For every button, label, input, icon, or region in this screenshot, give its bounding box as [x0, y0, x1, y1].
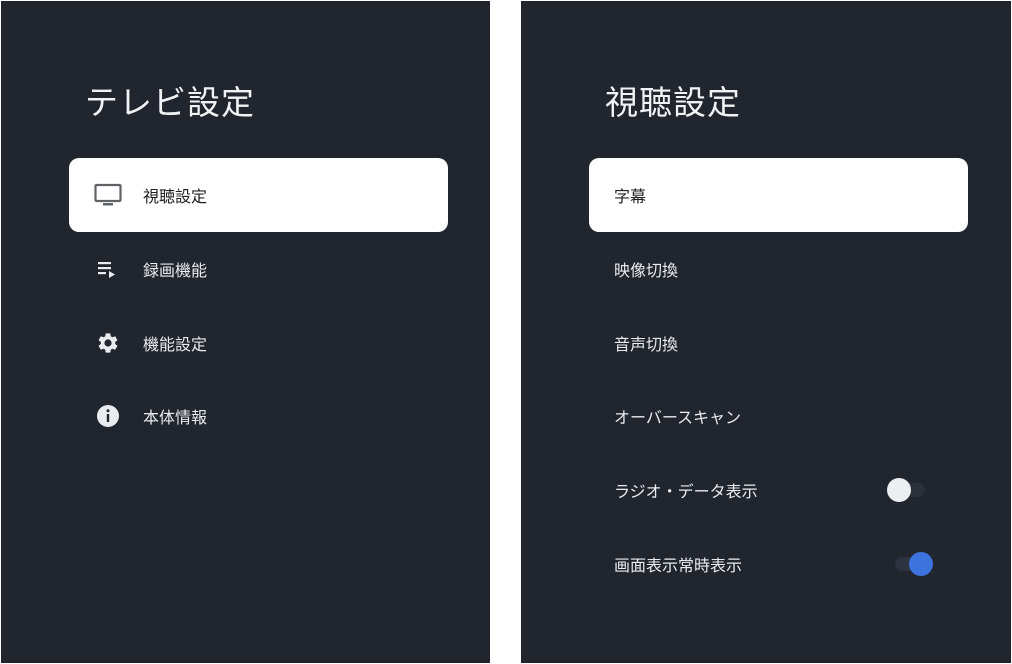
menu-item-label: 音声切換 — [614, 335, 679, 354]
menu-item-label: 本体情報 — [143, 408, 208, 427]
menu-item-video-switch[interactable]: 映像切換 — [589, 232, 968, 306]
panel-title: 視聴設定 — [605, 83, 741, 122]
tv-icon — [94, 183, 122, 207]
tv-settings-panel: テレビ設定 視聴設定 録画機能 機能設定 本体情報 — [1, 1, 490, 663]
menu-item-recording[interactable]: 録画機能 — [69, 232, 448, 306]
menu-item-label: ラジオ・データ表示 — [614, 482, 758, 501]
menu-item-always-show-display[interactable]: 画面表示常時表示 — [589, 527, 968, 601]
toggle-knob — [887, 478, 911, 502]
menu-item-label: 録画機能 — [143, 261, 208, 280]
menu-item-function-settings[interactable]: 機能設定 — [69, 306, 448, 380]
toggle-knob — [909, 552, 933, 576]
menu-item-label: 字幕 — [614, 187, 647, 206]
menu-item-overscan[interactable]: オーバースキャン — [589, 379, 968, 453]
always-show-display-toggle[interactable] — [889, 552, 933, 576]
radio-data-display-toggle[interactable] — [887, 478, 931, 502]
menu-item-label: オーバースキャン — [614, 408, 742, 427]
menu-item-radio-data-display[interactable]: ラジオ・データ表示 — [589, 453, 968, 527]
playlist-play-icon — [94, 257, 122, 281]
menu-item-viewing-settings[interactable]: 視聴設定 — [69, 158, 448, 232]
menu-item-label: 視聴設定 — [143, 187, 208, 206]
info-icon — [94, 404, 122, 428]
menu-item-label: 画面表示常時表示 — [614, 556, 743, 575]
menu-item-subtitles[interactable]: 字幕 — [589, 158, 968, 232]
menu-item-device-info[interactable]: 本体情報 — [69, 379, 448, 453]
menu-item-audio-switch[interactable]: 音声切換 — [589, 306, 968, 380]
menu-item-label: 映像切換 — [614, 261, 679, 280]
panel-title: テレビ設定 — [85, 83, 255, 122]
gear-icon — [94, 331, 122, 355]
viewing-settings-panel: 視聴設定 字幕 映像切換 音声切換 オーバースキャン ラジオ・データ表示 画面表… — [521, 1, 1011, 663]
menu-item-label: 機能設定 — [143, 335, 208, 354]
